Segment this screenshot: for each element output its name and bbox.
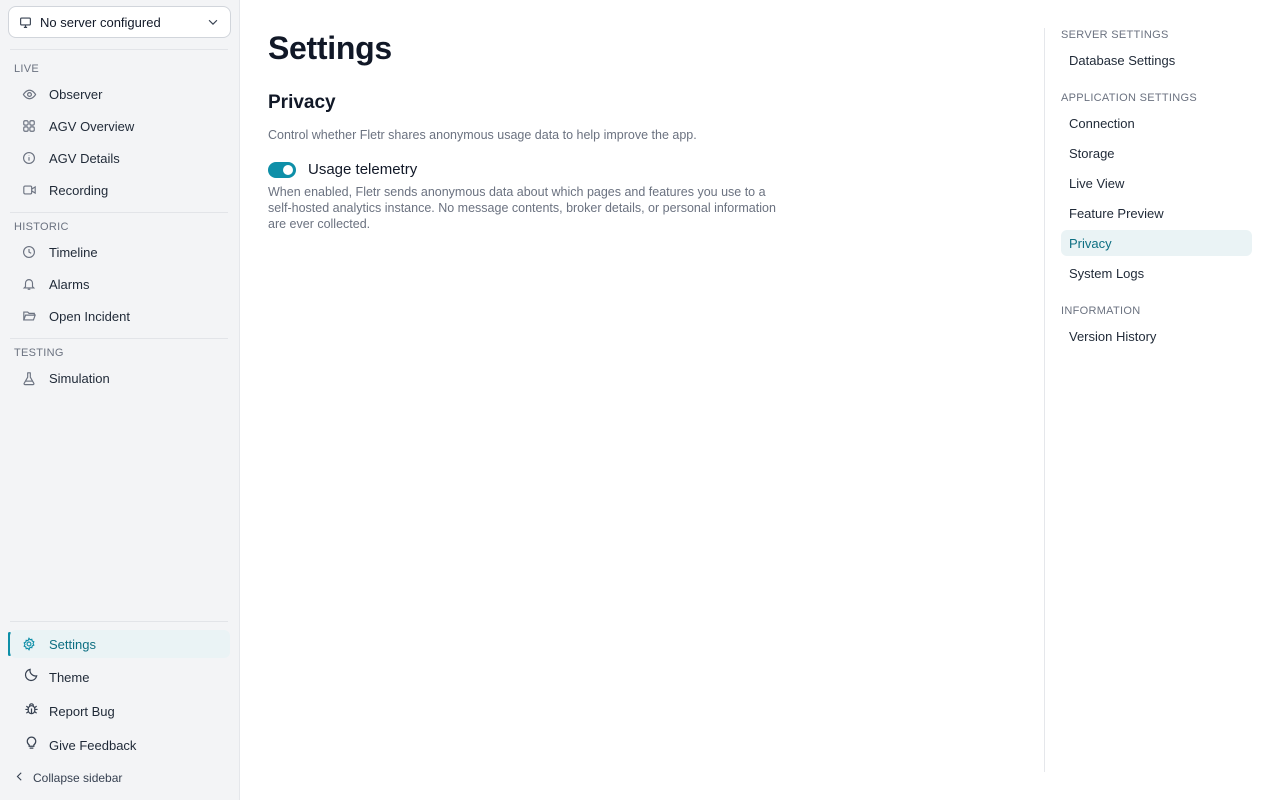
sidebar-item-alarms[interactable]: Alarms xyxy=(10,270,230,298)
sidebar-item-timeline[interactable]: Timeline xyxy=(10,238,230,266)
give-feedback-label: Give Feedback xyxy=(49,737,137,753)
monitor-icon xyxy=(19,16,32,29)
sidebar-item-observer[interactable]: Observer xyxy=(10,80,230,108)
section-historic-title: HISTORIC xyxy=(14,221,69,233)
section-testing-title: TESTING xyxy=(14,347,64,359)
sidebar-item-label: Simulation xyxy=(49,370,110,386)
sidebar-item-simulation[interactable]: Simulation xyxy=(10,364,230,392)
sidebar-item-label: Timeline xyxy=(49,244,98,260)
settings-nav-live-view[interactable]: Live View xyxy=(1061,170,1252,196)
folder-open-icon xyxy=(21,308,37,324)
settings-nav-privacy[interactable]: Privacy xyxy=(1061,230,1252,256)
server-select-label: No server configured xyxy=(40,14,161,30)
sidebar-item-label: AGV Overview xyxy=(49,118,135,134)
settings-nav-database-settings[interactable]: Database Settings xyxy=(1061,47,1252,73)
divider xyxy=(10,212,228,213)
toggle-knob xyxy=(283,165,293,175)
chevron-down-icon xyxy=(206,15,220,29)
main-content: Settings Privacy Control whether Fletr s… xyxy=(240,0,1044,800)
server-select-dropdown[interactable]: No server configured xyxy=(8,6,231,38)
section-description: Control whether Fletr shares anonymous u… xyxy=(268,128,697,142)
application-settings-section-title: APPLICATION SETTINGS xyxy=(1061,92,1197,104)
usage-telemetry-toggle[interactable] xyxy=(268,162,296,178)
eye-icon xyxy=(21,86,37,102)
divider xyxy=(10,338,228,339)
divider xyxy=(10,621,228,622)
theme-toggle-button[interactable]: Theme xyxy=(14,663,230,691)
sidebar-item-open-incident[interactable]: Open Incident xyxy=(10,302,230,330)
collapse-sidebar-button[interactable]: Collapse sidebar xyxy=(14,768,122,788)
settings-nav-connection[interactable]: Connection xyxy=(1061,110,1252,136)
settings-nav-system-logs[interactable]: System Logs xyxy=(1061,260,1252,286)
settings-nav-feature-preview[interactable]: Feature Preview xyxy=(1061,200,1252,226)
sidebar-item-label: AGV Details xyxy=(49,150,120,166)
give-feedback-button[interactable]: Give Feedback xyxy=(14,731,230,759)
info-icon xyxy=(21,150,37,166)
flask-icon xyxy=(21,370,37,386)
lightbulb-icon xyxy=(24,735,39,755)
bug-icon xyxy=(24,701,39,721)
sidebar-item-settings[interactable]: Settings xyxy=(10,630,230,658)
bell-icon xyxy=(21,276,37,292)
information-section-title: INFORMATION xyxy=(1061,305,1141,317)
server-settings-section-title: SERVER SETTINGS xyxy=(1061,29,1169,41)
section-title: Privacy xyxy=(268,92,336,113)
sidebar-item-recording[interactable]: Recording xyxy=(10,176,230,204)
settings-nav: SERVER SETTINGS Database Settings APPLIC… xyxy=(1044,28,1280,772)
chevron-left-icon xyxy=(14,769,25,787)
sidebar-item-label: Open Incident xyxy=(49,308,130,324)
report-bug-button[interactable]: Report Bug xyxy=(14,697,230,725)
usage-telemetry-label[interactable]: Usage telemetry xyxy=(308,161,417,178)
sidebar-item-label: Observer xyxy=(49,86,103,102)
moon-icon xyxy=(24,667,39,687)
sidebar-item-label: Recording xyxy=(49,182,109,198)
theme-label: Theme xyxy=(49,669,90,685)
section-live-title: LIVE xyxy=(14,63,40,75)
collapse-sidebar-label: Collapse sidebar xyxy=(33,771,123,785)
sidebar-item-agv-details[interactable]: AGV Details xyxy=(10,144,230,172)
video-icon xyxy=(21,182,37,198)
clock-icon xyxy=(21,244,37,260)
sidebar-item-agv-overview[interactable]: AGV Overview xyxy=(10,112,230,140)
usage-telemetry-help: When enabled, Fletr sends anonymous data… xyxy=(268,185,776,231)
report-bug-label: Report Bug xyxy=(49,703,115,719)
sidebar-item-label: Settings xyxy=(49,636,96,652)
sidebar-item-label: Alarms xyxy=(49,276,90,292)
settings-nav-version-history[interactable]: Version History xyxy=(1061,323,1252,349)
page-title: Settings xyxy=(268,30,392,66)
gear-icon xyxy=(21,636,37,652)
settings-nav-storage[interactable]: Storage xyxy=(1061,140,1252,166)
grid-icon xyxy=(21,118,37,134)
divider xyxy=(10,49,228,50)
sidebar: No server configured LIVE Observer AGV O… xyxy=(0,0,240,800)
